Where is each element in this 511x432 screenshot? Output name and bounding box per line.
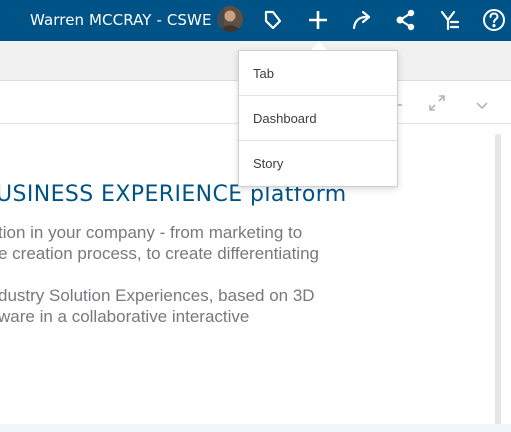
paragraph-line: dustry Solution Experiences, based on 3D bbox=[0, 286, 315, 305]
menu-item-dashboard[interactable]: Dashboard bbox=[239, 96, 397, 141]
top-bar: Warren MCCRAY - CSWE bbox=[0, 0, 511, 41]
paragraph-line: tion in your company - from marketing to bbox=[0, 223, 303, 242]
maximize-icon[interactable] bbox=[428, 94, 446, 117]
paragraph-line: e creation process, to create differenti… bbox=[0, 244, 319, 263]
community-icon[interactable] bbox=[437, 7, 463, 33]
network-share-icon[interactable] bbox=[393, 7, 419, 33]
share-icon[interactable] bbox=[349, 7, 375, 33]
help-icon[interactable] bbox=[481, 7, 507, 33]
bottom-edge bbox=[0, 424, 511, 432]
chevron-down-icon[interactable] bbox=[476, 97, 488, 115]
compass-tag-icon[interactable] bbox=[259, 7, 285, 33]
menu-item-tab[interactable]: Tab bbox=[239, 51, 397, 96]
user-name[interactable]: Warren MCCRAY - CSWE bbox=[30, 11, 212, 29]
dropdown-pointer bbox=[311, 41, 327, 50]
paragraph-line: ware in a collaborative interactive bbox=[0, 307, 250, 326]
vertical-scrollbar[interactable] bbox=[495, 134, 501, 432]
add-icon[interactable] bbox=[305, 7, 331, 33]
avatar[interactable] bbox=[217, 6, 243, 32]
add-menu: Tab Dashboard Story bbox=[238, 50, 398, 187]
solutions-paragraph: dustry Solution Experiences, based on 3D… bbox=[0, 285, 315, 327]
menu-item-story[interactable]: Story bbox=[239, 141, 397, 186]
intro-paragraph: tion in your company - from marketing to… bbox=[0, 222, 319, 264]
